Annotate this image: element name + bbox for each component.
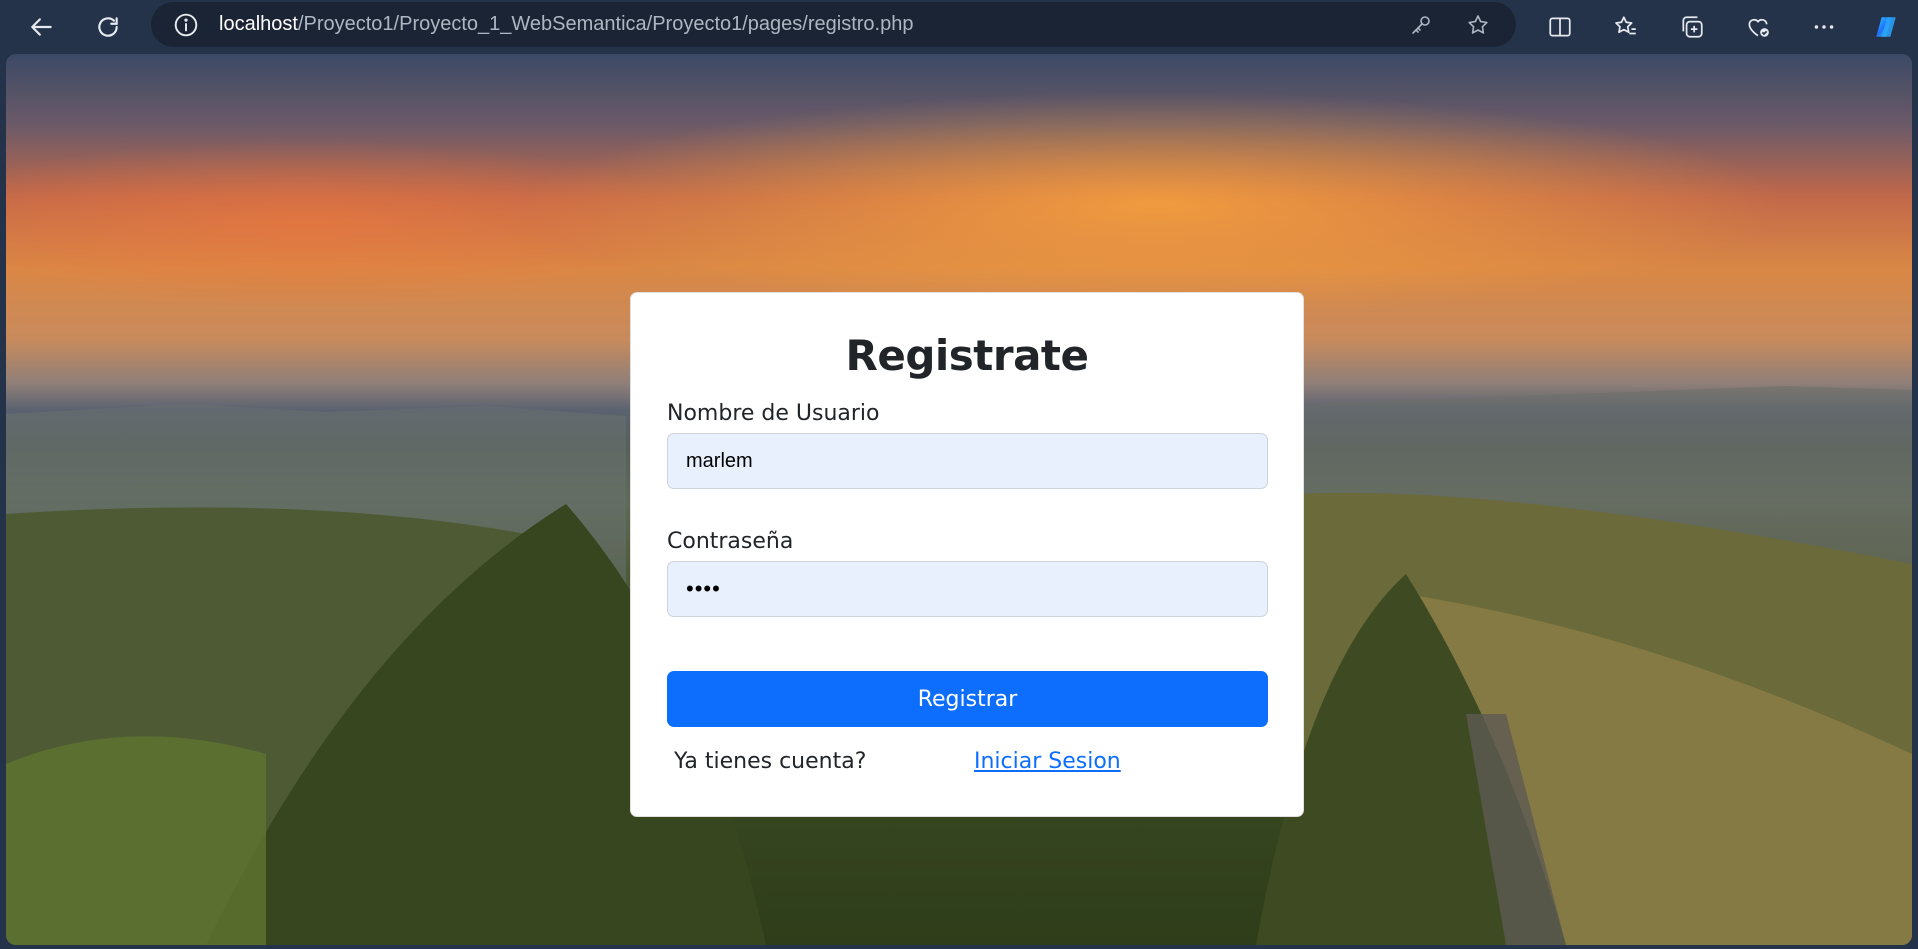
password-label: Contraseña [667,529,794,554]
split-screen-icon[interactable] [1540,7,1580,47]
back-icon[interactable] [22,7,62,47]
username-label: Nombre de Usuario [667,401,880,426]
login-link[interactable]: Iniciar Sesion [974,749,1121,774]
collections-icon[interactable] [1672,7,1712,47]
register-button[interactable]: Registrar [667,671,1268,727]
key-icon[interactable] [1407,11,1435,39]
register-card: Registrate Nombre de Usuario Contraseña … [630,292,1304,817]
url-host: localhost [219,13,298,35]
browser-essentials-icon[interactable] [1738,7,1778,47]
url-path: /Proyecto1/Proyecto_1_WebSemantica/Proye… [297,13,914,35]
have-account-text: Ya tienes cuenta? [674,749,867,774]
page-title: Registrate [845,331,1089,380]
star-icon[interactable] [1464,11,1492,39]
password-input[interactable] [667,561,1268,617]
favorites-icon[interactable] [1606,7,1646,47]
copilot-icon[interactable] [1866,7,1906,47]
more-icon[interactable] [1804,7,1844,47]
refresh-icon[interactable] [88,7,128,47]
url-text[interactable]: localhost/Proyecto1/Proyecto_1_WebSemant… [219,13,913,36]
address-bar[interactable]: localhost/Proyecto1/Proyecto_1_WebSemant… [151,2,1516,47]
page-viewport: Registrate Nombre de Usuario Contraseña … [6,54,1912,945]
browser-toolbar: localhost/Proyecto1/Proyecto_1_WebSemant… [0,0,1918,54]
username-input[interactable] [667,433,1268,489]
info-icon[interactable] [173,12,199,38]
